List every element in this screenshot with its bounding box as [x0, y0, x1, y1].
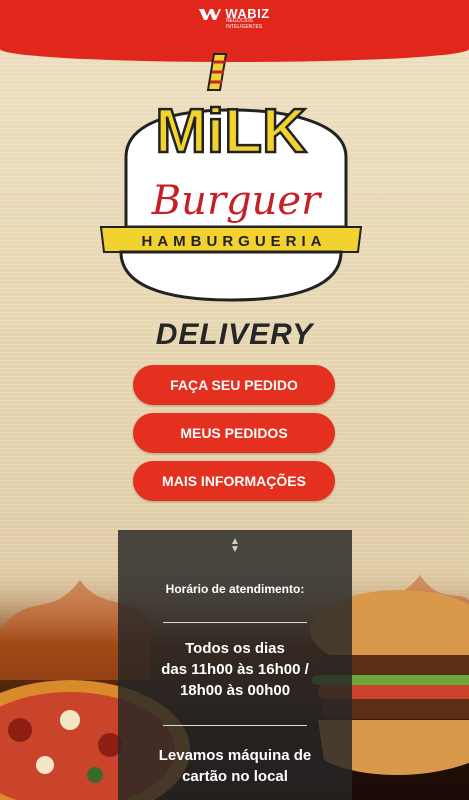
more-info-button[interactable]: MAIS INFORMAÇÕES: [133, 461, 335, 501]
delivery-heading: DELIVERY: [155, 318, 314, 351]
card-machine-text: Levamos máquina de cartão no local: [118, 745, 352, 787]
logo-burguer-text: Burguer: [151, 178, 323, 224]
divider: [163, 725, 307, 726]
info-panel: ▲ ▼ Horário de atendimento: Todos os dias…: [118, 530, 352, 800]
divider: [163, 622, 307, 623]
hours-line: Todos os dias: [185, 640, 285, 657]
hours-title: Horário de atendimento:: [165, 582, 305, 596]
logo-graphic: MiLK Burguer HAMBURGUERIA: [99, 53, 363, 302]
logo-hamburgueria-text: HAMBURGUERIA: [142, 233, 327, 250]
wabiz-logo-icon: [199, 8, 222, 20]
order-button[interactable]: FAÇA SEU PEDIDO: [133, 365, 335, 405]
card-line: cartão no local: [182, 768, 288, 785]
my-orders-button[interactable]: MEUS PEDIDOS: [133, 413, 335, 453]
sort-arrows-icon[interactable]: ▲ ▼: [118, 537, 352, 555]
hours-line: 18h00 às 00h00: [179, 682, 291, 699]
hours-line: das 11h00 às 16h00 /: [161, 661, 309, 678]
milk-burguer-logo: MiLK Burguer HAMBURGUERIA: [96, 52, 366, 312]
straw-icon: [206, 53, 228, 91]
hours-text: Todos os dias das 11h00 às 16h00 / 18h00…: [118, 638, 352, 701]
logo-milk-text: MiLK: [155, 97, 307, 166]
card-line: Levamos máquina de: [158, 747, 312, 764]
brand-tagline: NEGÓCIOS INTELIGENTES: [226, 18, 263, 30]
